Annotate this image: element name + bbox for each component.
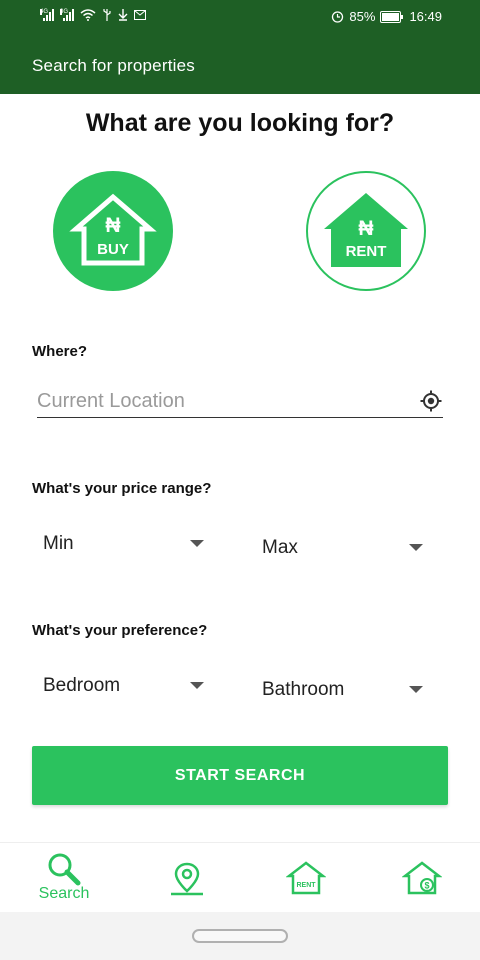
- rent-naira-symbol: ₦: [358, 217, 373, 240]
- gps-locate-icon[interactable]: [419, 389, 443, 413]
- bottom-nav: Search RENT $: [0, 842, 480, 912]
- status-right-icons: 85% 16:49: [331, 9, 442, 24]
- rent-house-nav-icon: RENT: [286, 861, 326, 895]
- usb-icon: [103, 9, 111, 21]
- network-type-label: 4G: [40, 9, 49, 15]
- home-gesture-pill[interactable]: [192, 929, 288, 943]
- rent-house-icon: ₦ RENT: [324, 193, 408, 267]
- location-field: [37, 386, 443, 418]
- system-gesture-bar: [0, 912, 480, 960]
- network-type-label: 3G: [60, 9, 69, 15]
- download-icon: [118, 9, 128, 21]
- page-title: What are you looking for?: [85, 109, 395, 137]
- status-left-icons: 4G 3G: [40, 9, 146, 21]
- price-range-label: What's your price range?: [32, 480, 212, 497]
- nav-sale[interactable]: $: [396, 843, 450, 913]
- where-label: Where?: [32, 343, 88, 360]
- bedroom-dropdown[interactable]: Bedroom: [43, 672, 213, 712]
- status-bar: 4G 3G 85% 16:49: [0, 0, 480, 34]
- nav-sale-icon-text: $: [424, 881, 429, 891]
- dropdown-arrow-icon: [409, 544, 423, 551]
- rent-button[interactable]: ₦ RENT: [306, 171, 426, 291]
- nav-search-label: Search: [38, 885, 90, 902]
- clock: 16:49: [409, 9, 442, 24]
- min-price-value: Min: [43, 533, 74, 554]
- mail-icon: [134, 10, 146, 20]
- max-price-dropdown[interactable]: Max: [262, 534, 432, 574]
- bathroom-dropdown[interactable]: Bathroom: [262, 676, 432, 716]
- buy-naira-symbol: ₦: [105, 214, 120, 237]
- start-search-button[interactable]: START SEARCH: [32, 746, 448, 805]
- alarm-icon: [332, 11, 344, 23]
- preference-label: What's your preference?: [32, 622, 208, 639]
- buy-label: BUY: [97, 241, 129, 258]
- nav-rent[interactable]: RENT: [280, 843, 334, 913]
- nav-rent-icon-text: RENT: [296, 882, 316, 889]
- dropdown-arrow-icon: [190, 682, 204, 689]
- bedroom-value: Bedroom: [43, 675, 121, 696]
- dropdown-arrow-icon: [409, 686, 423, 693]
- app-bar-title: Search for properties: [32, 56, 195, 75]
- dropdown-arrow-icon: [190, 540, 204, 547]
- search-icon: [48, 853, 81, 886]
- wifi-icon: [80, 9, 96, 21]
- map-pin-icon: [171, 862, 203, 896]
- max-price-value: Max: [262, 537, 298, 558]
- nav-map[interactable]: [160, 843, 214, 913]
- min-price-dropdown[interactable]: Min: [43, 530, 213, 570]
- battery-percent: 85%: [349, 9, 376, 24]
- buy-button[interactable]: ₦ BUY: [53, 171, 173, 291]
- location-input[interactable]: [37, 386, 407, 416]
- signal-icon: 3G: [60, 9, 74, 21]
- app-bar: Search for properties: [0, 34, 480, 94]
- bathroom-value: Bathroom: [262, 679, 345, 700]
- rent-label: RENT: [346, 243, 387, 260]
- battery-icon: [380, 10, 404, 23]
- buy-house-icon: ₦ BUY: [69, 193, 157, 266]
- house-dollar-icon: $: [402, 861, 442, 895]
- nav-search[interactable]: Search: [28, 843, 100, 913]
- signal-icon: 4G: [40, 9, 54, 21]
